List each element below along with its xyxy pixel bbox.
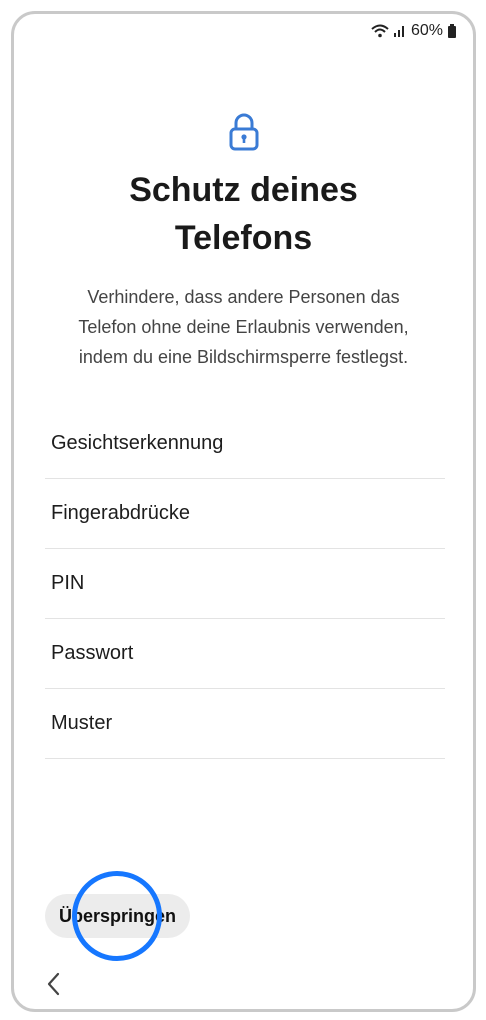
title-line-1: Schutz deines — [129, 171, 358, 209]
option-fingerprints[interactable]: Fingerabdrücke — [45, 479, 445, 549]
battery-icon — [448, 24, 456, 38]
option-pattern[interactable]: Muster — [45, 689, 445, 759]
description-line-3: indem du eine Bildschirmsperre festlegst… — [78, 347, 409, 367]
page-title: Schutz deines Telefons — [14, 166, 473, 262]
page-description: Verhindere, dass andere Personen das Tel… — [44, 282, 443, 372]
lock-icon — [229, 113, 258, 151]
wifi-icon — [371, 24, 389, 38]
skip-button[interactable]: Überspringen — [45, 894, 191, 938]
signal-icon — [393, 26, 404, 37]
option-password[interactable]: Passwort — [45, 619, 445, 689]
phone-screen: 60% Schutz deines Telefons Verhindere, d… — [11, 11, 476, 1012]
chevron-left-icon[interactable] — [42, 969, 66, 999]
description-line-1: Verhindere, dass andere Personen das — [87, 287, 400, 307]
description-line-2: Telefon ohne deine Erlaubnis verwenden, — [78, 317, 409, 337]
option-face-recognition[interactable]: Gesichtserkennung — [45, 409, 445, 479]
option-pin[interactable]: PIN — [45, 549, 445, 619]
lock-method-list: Gesichtserkennung Fingerabdrücke PIN Pas… — [45, 409, 445, 759]
title-line-2: Telefons — [174, 219, 313, 257]
status-bar: 60% — [371, 22, 457, 40]
battery-percent: 60% — [410, 22, 443, 39]
